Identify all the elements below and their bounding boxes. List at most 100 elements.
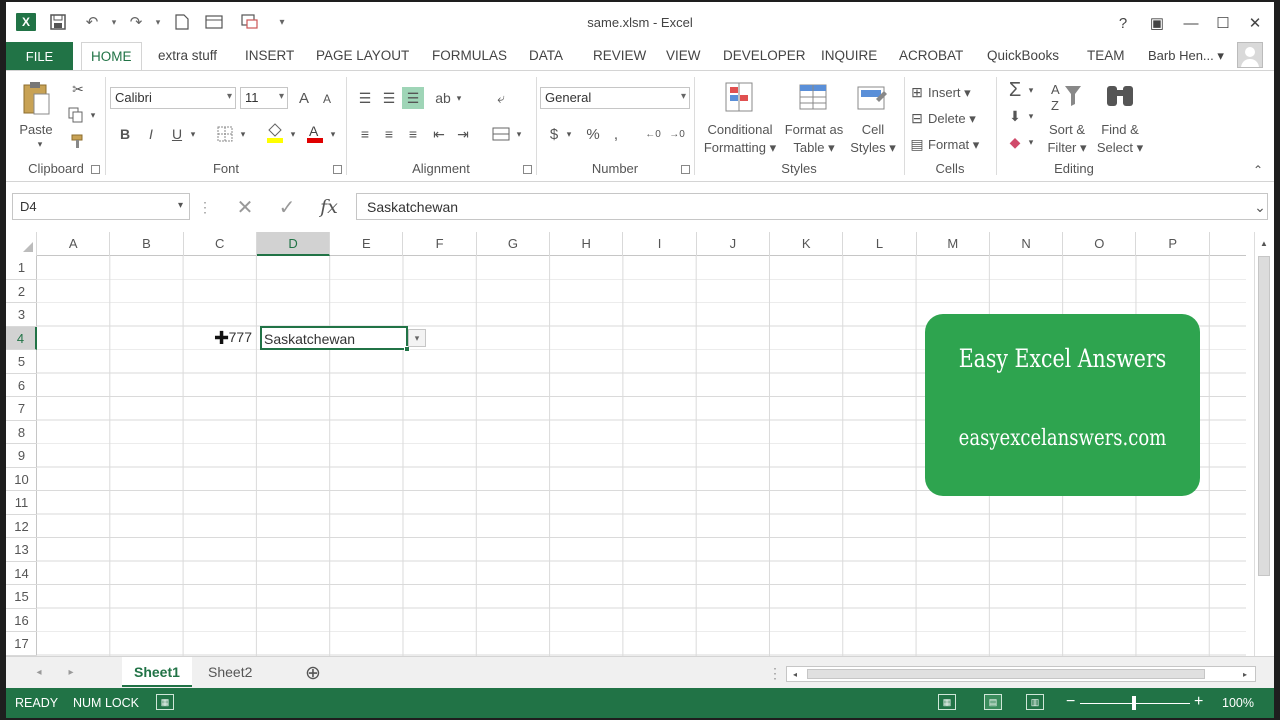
zoom-in-button[interactable]: + — [1194, 693, 1203, 711]
italic-button[interactable]: I — [142, 123, 160, 145]
tab-quickbooks[interactable]: QuickBooks — [987, 48, 1059, 63]
paste-label[interactable]: Paste — [18, 121, 54, 139]
tab-view[interactable]: VIEW — [666, 48, 701, 63]
help-button[interactable]: ? — [1112, 12, 1134, 34]
sheet-tab-sheet2[interactable]: Sheet2 — [196, 657, 264, 687]
font-color-icon[interactable]: A — [304, 121, 326, 145]
copy-dropdown-icon[interactable]: ▾ — [88, 105, 98, 125]
avatar[interactable] — [1237, 42, 1263, 68]
column-header-p[interactable]: P — [1137, 232, 1210, 256]
tab-page-layout[interactable]: PAGE LAYOUT — [316, 48, 409, 63]
column-header-n[interactable]: N — [990, 232, 1064, 256]
active-cell-d4[interactable]: Saskatchewan — [260, 326, 408, 350]
tab-developer[interactable]: DEVELOPER — [723, 48, 806, 63]
cell-styles-label-2[interactable]: Styles ▾ — [848, 139, 898, 157]
font-color-dropdown-icon[interactable]: ▾ — [328, 123, 338, 145]
horizontal-scrollbar[interactable]: ◂ ▸ — [786, 666, 1256, 682]
vertical-scroll-thumb[interactable] — [1258, 256, 1270, 576]
column-header-j[interactable]: J — [697, 232, 770, 256]
orientation-dropdown-icon[interactable]: ▾ — [454, 87, 464, 109]
tab-inquire[interactable]: INQUIRE — [821, 48, 877, 63]
column-header-i[interactable]: I — [623, 232, 697, 256]
row-header-2[interactable]: 2 — [6, 280, 37, 303]
align-left-icon[interactable]: ≡ — [354, 123, 376, 145]
tab-review[interactable]: REVIEW — [593, 48, 646, 63]
normal-view-icon[interactable]: ▦ — [938, 694, 956, 710]
row-header-17[interactable]: 17 — [6, 632, 37, 656]
font-launcher-icon[interactable] — [333, 165, 342, 174]
formula-bar-splitter-icon[interactable]: ⋮ — [198, 196, 212, 218]
conditional-formatting-icon[interactable] — [722, 79, 758, 117]
cell-styles-label[interactable]: Cell — [848, 121, 898, 139]
format-painter-icon[interactable] — [68, 131, 88, 151]
enter-entry-icon[interactable]: ✓ — [272, 194, 302, 220]
conditional-formatting-label-2[interactable]: Formatting ▾ — [698, 139, 782, 157]
page-break-view-icon[interactable]: ▥ — [1026, 694, 1044, 710]
user-account[interactable]: Barb Hen... ▾ — [1148, 48, 1224, 64]
row-header-9[interactable]: 9 — [6, 444, 37, 468]
find-select-label-2[interactable]: Select ▾ — [1094, 139, 1146, 157]
cut-icon[interactable]: ✂ — [68, 79, 88, 99]
column-header-f[interactable]: F — [404, 232, 477, 256]
autosum-icon[interactable]: Σ — [1004, 79, 1026, 101]
expand-formula-bar-icon[interactable]: ⌄ — [1250, 196, 1270, 218]
scroll-up-icon[interactable]: ▲ — [1257, 236, 1271, 250]
delete-cells-icon[interactable]: ⊟ — [908, 109, 926, 127]
insert-cells-label[interactable]: Insert ▾ — [928, 85, 971, 101]
underline-dropdown-icon[interactable]: ▾ — [188, 123, 198, 145]
conditional-formatting-label[interactable]: Conditional — [698, 121, 782, 139]
row-header-10[interactable]: 10 — [6, 468, 37, 491]
insert-cells-icon[interactable]: ⊞ — [908, 83, 926, 101]
cell-styles-icon[interactable] — [854, 79, 890, 117]
tab-insert[interactable]: INSERT — [245, 48, 294, 63]
paste-dropdown-icon[interactable]: ▾ — [34, 139, 46, 149]
column-header-e[interactable]: E — [330, 232, 404, 256]
shrink-font-icon[interactable]: A — [318, 89, 336, 109]
tab-formulas[interactable]: FORMULAS — [432, 48, 507, 63]
sort-filter-icon[interactable]: AZ — [1048, 79, 1084, 115]
tab-extra-stuff[interactable]: extra stuff — [158, 48, 217, 63]
top-align-icon[interactable]: ☰ — [354, 87, 376, 109]
currency-icon[interactable]: $ — [546, 123, 562, 145]
fill-icon[interactable]: ⬇ — [1004, 105, 1026, 127]
clear-icon[interactable]: ◆ — [1004, 131, 1026, 153]
clear-dropdown-icon[interactable]: ▾ — [1026, 131, 1036, 153]
scroll-left-icon[interactable]: ◂ — [789, 668, 801, 680]
merge-dropdown-icon[interactable]: ▾ — [514, 123, 524, 145]
comma-icon[interactable]: , — [610, 123, 622, 145]
column-header-m[interactable]: M — [917, 232, 990, 256]
horizontal-scroll-thumb[interactable] — [807, 669, 1205, 679]
macro-recording-icon[interactable]: ▦ — [156, 694, 174, 710]
decrease-decimal-icon[interactable]: →0 — [666, 123, 688, 145]
column-header-a[interactable]: A — [37, 232, 111, 256]
fill-color-dropdown-icon[interactable]: ▾ — [288, 123, 298, 145]
increase-indent-icon[interactable]: ⇥ — [452, 123, 474, 145]
tab-data[interactable]: DATA — [529, 48, 563, 63]
delete-cells-label[interactable]: Delete ▾ — [928, 111, 976, 127]
column-header-d[interactable]: D — [256, 232, 331, 256]
fill-dropdown-icon[interactable]: ▾ — [1026, 105, 1036, 127]
align-center-icon[interactable]: ≡ — [378, 123, 400, 145]
minimize-button[interactable]: — — [1180, 12, 1202, 34]
merge-center-icon[interactable] — [490, 123, 512, 145]
row-header-14[interactable]: 14 — [6, 562, 37, 585]
zoom-level[interactable]: 100% — [1222, 696, 1254, 710]
wrap-text-icon[interactable]: ⤶ — [490, 87, 512, 109]
sort-filter-label-2[interactable]: Filter ▾ — [1042, 139, 1092, 157]
row-header-1[interactable]: 1 — [6, 256, 37, 280]
number-format-combo[interactable]: General ▾ — [540, 87, 690, 109]
insert-function-icon[interactable]: fx — [314, 194, 344, 220]
column-header-k[interactable]: K — [770, 232, 844, 256]
previous-sheet-icon[interactable]: ◂ — [32, 665, 46, 679]
row-header-12[interactable]: 12 — [6, 515, 37, 538]
column-header-b[interactable]: B — [110, 232, 184, 256]
ribbon-display-options-icon[interactable]: ▣ — [1146, 12, 1168, 34]
row-header-3[interactable]: 3 — [6, 303, 37, 327]
data-validation-dropdown-icon[interactable]: ▾ — [408, 329, 426, 347]
tab-team[interactable]: TEAM — [1087, 48, 1125, 63]
page-layout-view-icon[interactable]: ▤ — [984, 694, 1002, 710]
row-header-16[interactable]: 16 — [6, 609, 37, 632]
copy-icon[interactable] — [66, 105, 86, 125]
row-header-8[interactable]: 8 — [6, 421, 37, 444]
tab-acrobat[interactable]: ACROBAT — [899, 48, 963, 63]
